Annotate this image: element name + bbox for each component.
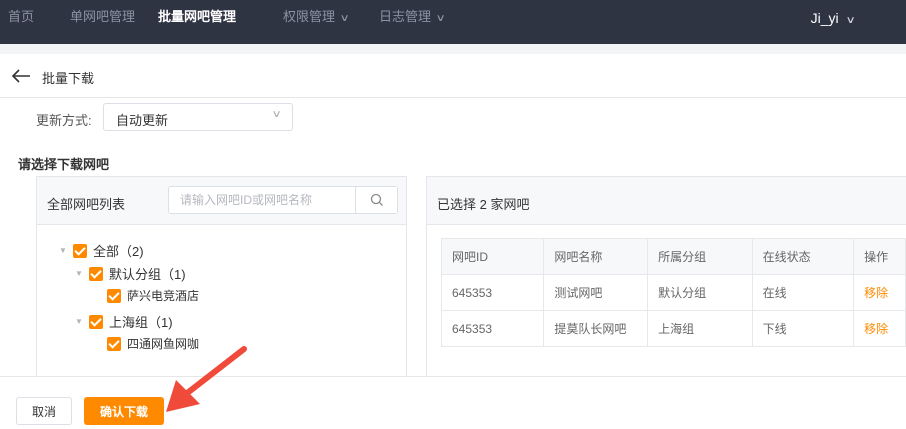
cell-status: 下线 bbox=[751, 310, 855, 347]
checkbox-cafe[interactable] bbox=[107, 288, 121, 303]
selected-count: 已选择 2 家网吧 bbox=[437, 197, 530, 212]
column-header: 所属分组 bbox=[647, 238, 753, 275]
checkbox-group-default[interactable] bbox=[89, 266, 103, 281]
chevron-down-icon: ∨ bbox=[845, 15, 856, 26]
tree-node-group[interactable]: ▼ 上海组（1) bbox=[75, 312, 173, 332]
update-mode-select[interactable]: 自动更新 ∨ bbox=[103, 103, 293, 131]
cell-name: 提莫队长网吧 bbox=[543, 310, 649, 347]
remove-link[interactable]: 移除 bbox=[853, 310, 906, 347]
column-header: 网吧名称 bbox=[543, 238, 649, 275]
confirm-download-button[interactable]: 确认下载 bbox=[84, 397, 164, 425]
cell-id: 645353 bbox=[440, 310, 545, 347]
selected-cafe-table: 网吧ID 网吧名称 所属分组 在线状态 操作 645353 测试网吧 默认分组 … bbox=[440, 238, 906, 347]
cell-status: 在线 bbox=[751, 274, 855, 311]
selected-cafe-panel: 已选择 2 家网吧 网吧ID 网吧名称 所属分组 在线状态 操作 645353 … bbox=[426, 176, 906, 376]
chevron-down-icon: ∨ bbox=[271, 109, 282, 120]
cell-id: 645353 bbox=[440, 274, 545, 311]
page-title: 批量下载 bbox=[42, 71, 95, 86]
nav-item-single-cafe[interactable]: 单网吧管理 bbox=[70, 0, 135, 44]
top-nav: 首页 单网吧管理 批量网吧管理 权限管理 ∨ 日志管理 ∨ Ji_yi ∨ bbox=[0, 0, 906, 44]
nav-item-permissions[interactable]: 权限管理 ∨ bbox=[283, 0, 350, 44]
page-header: 批量下载 bbox=[0, 54, 906, 98]
nav-item-home[interactable]: 首页 bbox=[8, 0, 34, 44]
caret-down-icon[interactable]: ▼ bbox=[75, 269, 89, 278]
search-button[interactable] bbox=[355, 187, 397, 213]
tree-node-root[interactable]: ▼ 全部（2) bbox=[59, 241, 144, 261]
all-cafe-panel-title: 全部网吧列表 bbox=[47, 197, 126, 212]
table-row: 645353 提莫队长网吧 上海组 下线 移除 bbox=[440, 310, 906, 347]
footer-bar: 取消 确认下载 bbox=[0, 376, 906, 429]
search-icon bbox=[370, 193, 383, 206]
back-arrow-icon[interactable] bbox=[10, 65, 32, 87]
column-header: 在线状态 bbox=[751, 238, 855, 275]
cell-name: 测试网吧 bbox=[543, 274, 649, 311]
user-menu[interactable]: Ji_yi ∨ bbox=[810, 0, 856, 39]
caret-down-icon[interactable]: ▼ bbox=[59, 246, 73, 255]
tree-node-group[interactable]: ▼ 默认分组（1) bbox=[75, 264, 186, 284]
table-header-row: 网吧ID 网吧名称 所属分组 在线状态 操作 bbox=[440, 238, 906, 275]
cell-group: 上海组 bbox=[647, 310, 753, 347]
table-row: 645353 测试网吧 默认分组 在线 移除 bbox=[440, 274, 906, 311]
nav-item-batch-cafe[interactable]: 批量网吧管理 bbox=[158, 0, 236, 44]
update-mode-value: 自动更新 bbox=[116, 113, 169, 128]
tree-node-cafe[interactable]: 四通网鱼网咖 bbox=[107, 335, 199, 355]
search-box bbox=[168, 186, 398, 214]
caret-down-icon[interactable]: ▼ bbox=[75, 317, 89, 326]
checkbox-cafe[interactable] bbox=[107, 336, 121, 351]
all-cafe-panel: 全部网吧列表 ▼全部（2) ▼默认分组（1) 萨兴电竞酒店 ▼上海组（1) bbox=[36, 176, 407, 376]
checkbox-root[interactable] bbox=[73, 243, 87, 258]
all-cafe-panel-header: 全部网吧列表 bbox=[37, 177, 406, 225]
cell-group: 默认分组 bbox=[647, 274, 753, 311]
column-header: 网吧ID bbox=[440, 238, 545, 275]
chevron-down-icon: ∨ bbox=[435, 13, 446, 24]
section-title: 请选择下载网吧 bbox=[18, 157, 110, 172]
cancel-button[interactable]: 取消 bbox=[16, 397, 72, 425]
chevron-down-icon: ∨ bbox=[339, 13, 350, 24]
username: Ji_yi bbox=[810, 10, 839, 26]
selected-cafe-panel-header: 已选择 2 家网吧 bbox=[427, 177, 906, 225]
main-content: 更新方式: 自动更新 ∨ 请选择下载网吧 全部网吧列表 ▼全部（2) ▼默认分组… bbox=[0, 98, 906, 376]
nav-item-logs[interactable]: 日志管理 ∨ bbox=[379, 0, 446, 44]
checkbox-group-shanghai[interactable] bbox=[89, 314, 103, 329]
search-input[interactable] bbox=[170, 188, 355, 212]
remove-link[interactable]: 移除 bbox=[853, 274, 906, 311]
column-header: 操作 bbox=[853, 238, 906, 275]
tree-node-cafe[interactable]: 萨兴电竞酒店 bbox=[107, 287, 199, 307]
update-mode-label: 更新方式: bbox=[36, 113, 92, 128]
